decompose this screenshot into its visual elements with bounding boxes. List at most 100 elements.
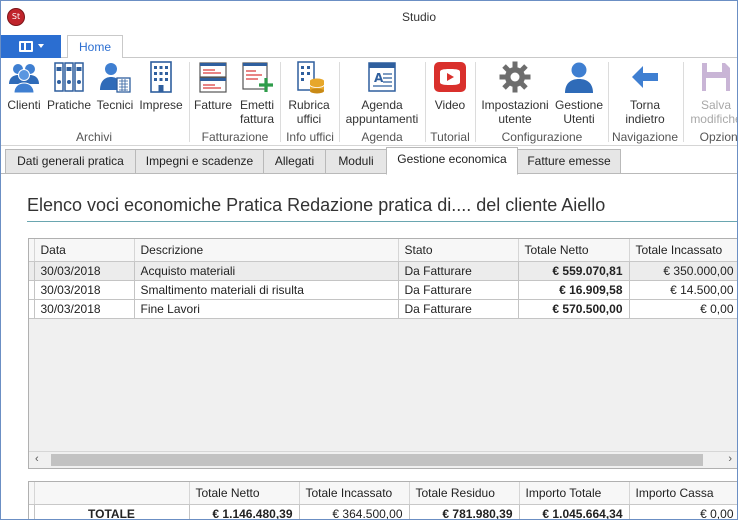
horizontal-scrollbar[interactable]: ‹ › bbox=[29, 451, 737, 468]
fatture-button[interactable]: Fatture bbox=[193, 60, 233, 112]
scroll-right-icon[interactable]: › bbox=[728, 453, 732, 465]
pratiche-button[interactable]: Pratiche bbox=[46, 60, 92, 112]
cell-stato[interactable]: Da Fatturare bbox=[398, 280, 519, 300]
tab-allegati[interactable]: Allegati bbox=[263, 149, 326, 174]
group-separator bbox=[339, 62, 340, 142]
impostazioni-utente-button[interactable]: Impostazioni utente bbox=[479, 60, 551, 126]
group-configurazione: Configurazione bbox=[501, 130, 583, 144]
totals-row-label: TOTALE bbox=[34, 504, 190, 519]
imprese-label: Imprese bbox=[139, 98, 183, 112]
tab-dati-generali-pratica[interactable]: Dati generali pratica bbox=[5, 149, 136, 174]
column-header-totale-netto[interactable]: Totale Netto bbox=[518, 239, 630, 262]
cell-descrizione[interactable]: Acquisto materiali bbox=[134, 261, 399, 281]
group-tutorial: Tutorial bbox=[430, 130, 470, 144]
total-totale-incassato: € 364.500,00 bbox=[299, 504, 410, 519]
scrollbar-thumb[interactable] bbox=[51, 454, 703, 466]
cell-totale-incassato[interactable]: € 14.500,00 bbox=[629, 280, 737, 300]
salva-modifiche-button[interactable]: Salva modifiche bbox=[687, 60, 738, 126]
scroll-left-icon[interactable]: ‹ bbox=[35, 453, 39, 465]
rubrica-uffici-label: Rubrica uffici bbox=[288, 98, 330, 126]
agenda-label: Agenda appuntamenti bbox=[345, 98, 419, 126]
application-menu-button[interactable] bbox=[1, 35, 61, 58]
totals-header-row: Totale Netto Totale Incassato Totale Res… bbox=[29, 482, 737, 505]
group-opzioni: Opzioni bbox=[699, 130, 738, 144]
binders-icon bbox=[52, 60, 86, 94]
app-menu-icon bbox=[19, 41, 33, 52]
cell-descrizione[interactable]: Smaltimento materiali di risulta bbox=[134, 280, 399, 300]
group-separator bbox=[189, 62, 190, 142]
cell-totale-netto[interactable]: € 16.909,58 bbox=[518, 280, 630, 300]
salva-modifiche-label: Salva modifiche bbox=[690, 98, 738, 126]
save-floppy-icon bbox=[699, 60, 733, 94]
total-totale-residuo: € 781.980,39 bbox=[409, 504, 520, 519]
group-separator bbox=[475, 62, 476, 142]
tab-moduli[interactable]: Moduli bbox=[325, 149, 387, 174]
column-header-data[interactable]: Data bbox=[34, 239, 135, 262]
cell-data[interactable]: 30/03/2018 bbox=[34, 280, 135, 300]
cell-totale-netto[interactable]: € 570.500,00 bbox=[518, 299, 630, 319]
title-divider bbox=[27, 221, 737, 222]
ribbon: Clienti Pratiche Tecnici Imprese Archivi… bbox=[1, 58, 737, 146]
imprese-button[interactable]: Imprese bbox=[139, 60, 183, 112]
emetti-fattura-button[interactable]: Emetti fattura bbox=[237, 60, 277, 126]
arrow-left-icon bbox=[628, 60, 662, 94]
group-agenda: Agenda bbox=[361, 130, 403, 144]
table-row[interactable]: 30/03/2018 Smaltimento materiali di risu… bbox=[29, 280, 737, 300]
title-bar: St Studio bbox=[1, 1, 737, 34]
voci-table: Data Descrizione Stato Totale Netto Tota… bbox=[29, 239, 737, 319]
pratiche-label: Pratiche bbox=[46, 98, 92, 112]
users-icon bbox=[7, 60, 41, 94]
gestione-utenti-label: Gestione Utenti bbox=[554, 98, 604, 126]
agenda-appuntamenti-button[interactable]: A Agenda appuntamenti bbox=[342, 60, 422, 126]
tab-gestione-economica[interactable]: Gestione economica bbox=[386, 147, 518, 175]
totals-label-header bbox=[34, 482, 190, 505]
tecnici-label: Tecnici bbox=[96, 98, 134, 112]
column-header-totale-residuo: Totale Residuo bbox=[409, 482, 520, 505]
ribbon-tab-row: Home bbox=[1, 34, 737, 59]
technicians-icon bbox=[98, 60, 132, 94]
torna-indietro-label: Torna indietro bbox=[625, 98, 665, 126]
cell-descrizione[interactable]: Fine Lavori bbox=[134, 299, 399, 319]
group-archivi: Archivi bbox=[75, 130, 112, 144]
column-header-totale-netto: Totale Netto bbox=[189, 482, 300, 505]
group-navigazione: Navigazione bbox=[611, 130, 679, 144]
cell-data[interactable]: 30/03/2018 bbox=[34, 299, 135, 319]
cell-totale-netto[interactable]: € 559.070,81 bbox=[518, 261, 630, 281]
column-header-stato[interactable]: Stato bbox=[398, 239, 519, 262]
totals-grid: Totale Netto Totale Incassato Totale Res… bbox=[28, 481, 737, 519]
voci-economiche-grid[interactable]: Data Descrizione Stato Totale Netto Tota… bbox=[28, 238, 737, 469]
agenda-icon: A bbox=[365, 60, 399, 94]
cell-totale-incassato[interactable]: € 0,00 bbox=[629, 299, 737, 319]
app-window: St Studio Home Clienti Pratiche Tecnici … bbox=[0, 0, 738, 520]
rubrica-uffici-button[interactable]: Rubrica uffici bbox=[285, 60, 333, 126]
chevron-down-icon bbox=[38, 44, 44, 48]
youtube-play-icon bbox=[433, 60, 467, 94]
tab-impegni-e-scadenze[interactable]: Impegni e scadenze bbox=[135, 149, 264, 174]
column-header-importo-totale: Importo Totale bbox=[519, 482, 630, 505]
video-button[interactable]: Video bbox=[429, 60, 471, 112]
emetti-fattura-label: Emetti fattura bbox=[239, 98, 275, 126]
cell-totale-incassato[interactable]: € 350.000,00 bbox=[629, 261, 737, 281]
cell-data[interactable]: 30/03/2018 bbox=[34, 261, 135, 281]
column-header-totale-incassato[interactable]: Totale Incassato bbox=[629, 239, 737, 262]
torna-indietro-button[interactable]: Torna indietro bbox=[613, 60, 677, 126]
clienti-button[interactable]: Clienti bbox=[5, 60, 43, 112]
page-title: Elenco voci economiche Pratica Redazione… bbox=[27, 195, 606, 215]
gestione-utenti-button[interactable]: Gestione Utenti bbox=[553, 60, 605, 126]
table-row[interactable]: 30/03/2018 Acquisto materiali Da Fattura… bbox=[29, 261, 737, 281]
ribbon-tab-home[interactable]: Home bbox=[67, 35, 123, 59]
tab-fatture-emesse[interactable]: Fatture emesse bbox=[517, 149, 621, 174]
column-header-descrizione[interactable]: Descrizione bbox=[134, 239, 399, 262]
video-label: Video bbox=[434, 98, 466, 112]
offices-database-icon bbox=[292, 60, 326, 94]
tecnici-button[interactable]: Tecnici bbox=[96, 60, 134, 112]
total-importo-totale: € 1.045.664,34 bbox=[519, 504, 630, 519]
table-row[interactable]: 30/03/2018 Fine Lavori Da Fatturare € 57… bbox=[29, 299, 737, 319]
cell-stato[interactable]: Da Fatturare bbox=[398, 299, 519, 319]
clienti-label: Clienti bbox=[7, 98, 41, 112]
table-header-row: Data Descrizione Stato Totale Netto Tota… bbox=[29, 239, 737, 262]
cell-stato[interactable]: Da Fatturare bbox=[398, 261, 519, 281]
group-separator bbox=[608, 62, 609, 142]
svg-text:A: A bbox=[374, 71, 384, 85]
column-header-totale-incassato: Totale Incassato bbox=[299, 482, 410, 505]
